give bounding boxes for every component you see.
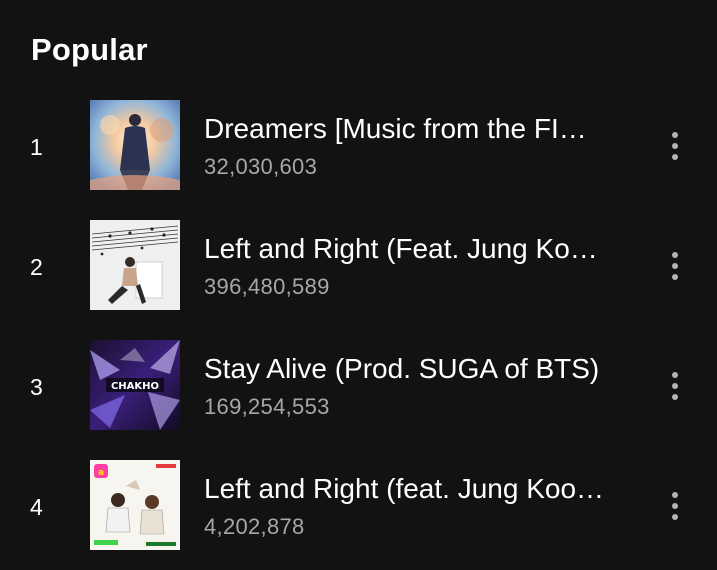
play-count: 4,202,878 [204, 514, 305, 539]
svg-text:a: a [98, 468, 104, 478]
play-count: 32,030,603 [204, 154, 318, 179]
more-vertical-icon-dot [672, 154, 678, 160]
track-row[interactable]: 2 Left and Right (Feat. Jung Ko… 396,480… [0, 220, 717, 340]
more-options-button[interactable] [660, 126, 690, 166]
track-row[interactable]: 4 a Left and Right (feat. Jung Koo… 4,20… [0, 460, 717, 570]
track-title[interactable]: Left and Right (feat. Jung Koo… [204, 472, 634, 506]
more-options-button[interactable] [660, 246, 690, 286]
more-vertical-icon [672, 252, 678, 258]
more-vertical-icon-dot [672, 503, 678, 509]
section-title: Popular [31, 32, 148, 67]
more-vertical-icon-dot [672, 143, 678, 149]
more-vertical-icon-dot [672, 263, 678, 269]
track-title[interactable]: Left and Right (Feat. Jung Ko… [204, 232, 634, 266]
play-count: 396,480,589 [204, 274, 330, 299]
more-vertical-icon [672, 372, 678, 378]
track-row[interactable]: 3 CHAKHO Stay Alive (Prod. SUGA of BTS) … [0, 340, 717, 460]
more-vertical-icon-dot [672, 274, 678, 280]
track-number: 2 [30, 254, 43, 280]
album-cover-left-and-right[interactable] [90, 220, 180, 310]
track-number: 4 [30, 494, 43, 520]
more-vertical-icon [672, 492, 678, 498]
album-cover-stay-alive[interactable]: CHAKHO [90, 340, 180, 430]
album-cover-left-and-right-remix[interactable]: a [90, 460, 180, 550]
track-number: 1 [30, 134, 43, 160]
track-title[interactable]: Stay Alive (Prod. SUGA of BTS) [204, 352, 634, 386]
album-cover-dreamers[interactable] [90, 100, 180, 190]
more-vertical-icon [672, 132, 678, 138]
play-count: 169,254,553 [204, 394, 330, 419]
track-row[interactable]: 1 Dreamers [Music from the FI… 32,030,60… [0, 100, 717, 220]
album-cover-text: CHAKHO [111, 381, 159, 392]
track-list: 1 Dreamers [Music from the FI… 32,030,60… [0, 100, 717, 570]
more-options-button[interactable] [660, 486, 690, 526]
track-number: 3 [30, 374, 43, 400]
more-vertical-icon-dot [672, 394, 678, 400]
track-title[interactable]: Dreamers [Music from the FI… [204, 112, 634, 146]
more-options-button[interactable] [660, 366, 690, 406]
more-vertical-icon-dot [672, 514, 678, 520]
more-vertical-icon-dot [672, 383, 678, 389]
